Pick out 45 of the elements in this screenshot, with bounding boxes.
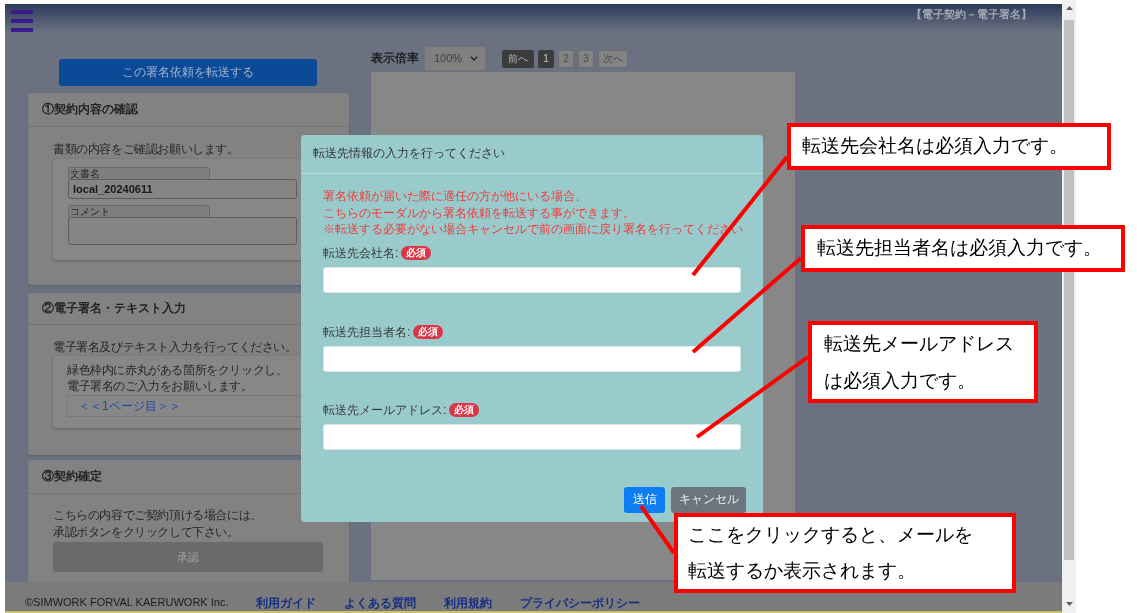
menu-icon[interactable] bbox=[11, 10, 33, 32]
field-label: 転送先担当者名: bbox=[323, 323, 411, 341]
section-title: ①契約内容の確認 bbox=[42, 101, 138, 117]
footer-link[interactable]: 利用ガイド bbox=[256, 593, 317, 612]
page-button[interactable]: 3 bbox=[578, 49, 594, 68]
field-label: 転送先会社名: bbox=[323, 244, 399, 262]
required-badge: 必須 bbox=[449, 402, 480, 417]
cancel-button[interactable]: キャンセル bbox=[671, 486, 746, 513]
footer-link[interactable]: プライバシーポリシー bbox=[520, 593, 641, 612]
modal-title: 転送先情報の入力を行ってください bbox=[313, 146, 505, 162]
prev-button[interactable]: 前へ bbox=[502, 49, 534, 68]
caret-icon bbox=[470, 56, 478, 61]
required-badge: 必須 bbox=[413, 324, 444, 339]
scroll-down-icon[interactable] bbox=[1065, 602, 1073, 606]
copyright-text: ©SIMWORK FORVAL KAERUWORK Inc. bbox=[25, 595, 229, 611]
text-field[interactable] bbox=[323, 345, 741, 372]
footer-link[interactable]: 利用規約 bbox=[444, 593, 493, 612]
page-title: 【電子契約－電子署名】 bbox=[911, 7, 1032, 21]
forward-button[interactable]: この署名依頼を転送する bbox=[59, 59, 317, 86]
instruction-text: 電子署名及びテキスト入力を行ってください。 bbox=[53, 340, 297, 355]
scroll-up-icon[interactable] bbox=[1065, 6, 1073, 10]
document-name-field[interactable]: local_20240611 bbox=[68, 179, 297, 199]
footer-link[interactable]: よくある質問 bbox=[344, 593, 417, 612]
send-button[interactable]: 送信 bbox=[624, 486, 665, 513]
callout-note: 転送先担当者名は必須入力です。 bbox=[801, 225, 1125, 272]
instruction-text: 書類の内容をご確認お願いします。 bbox=[53, 142, 239, 157]
leader-line bbox=[639, 504, 676, 555]
callout-note: 転送先メールアドレスは必須入力です。 bbox=[808, 321, 1038, 403]
callout-note: ここをクリックすると、メールを転送するか表示されます。 bbox=[674, 513, 1016, 593]
field-label: 転送先メールアドレス: bbox=[323, 401, 447, 419]
zoom-label: 表示倍率 bbox=[371, 50, 419, 66]
comment-field[interactable] bbox=[68, 217, 297, 245]
page-link[interactable]: ＜＜1ページ目＞＞ bbox=[78, 397, 181, 415]
instruction-text: 緑色枠内に赤丸がある箇所をクリックし、 電子署名のご入力をお願いします。 bbox=[67, 362, 288, 394]
section-title: ②電子署名・テキスト入力 bbox=[42, 300, 186, 316]
zoom-select[interactable]: 100% bbox=[424, 46, 486, 71]
text-field[interactable] bbox=[323, 423, 741, 450]
page-button[interactable]: 1 bbox=[538, 49, 554, 68]
instruction-text: こちらの内容でご契約頂ける場合には、 承認ボタンをクリックして下さい。 bbox=[53, 507, 262, 541]
required-badge: 必須 bbox=[401, 245, 432, 260]
callout-note: 転送先会社名は必須入力です。 bbox=[787, 123, 1111, 170]
field-label: 文書名 bbox=[68, 167, 210, 179]
section-title: ③契約確定 bbox=[42, 468, 102, 484]
field-label: コメント bbox=[68, 205, 210, 217]
text-field[interactable] bbox=[323, 266, 741, 293]
